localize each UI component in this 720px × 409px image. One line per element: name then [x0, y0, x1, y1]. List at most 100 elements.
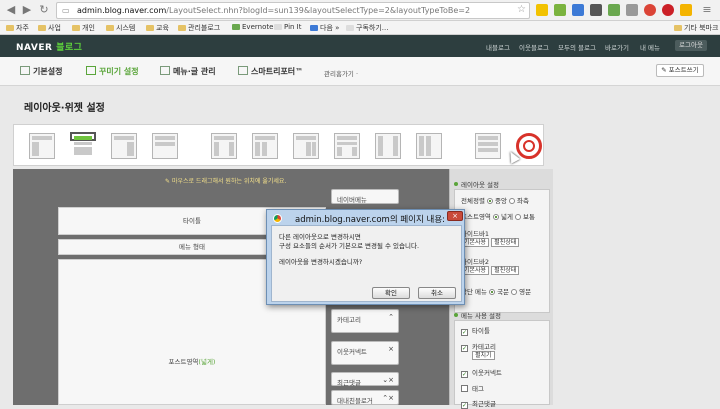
folder-icon — [6, 25, 14, 31]
tab-design-settings[interactable]: 꾸미기 설정 — [86, 66, 139, 77]
widget-bloggers[interactable]: 대내친블로거 ⌃× — [331, 390, 399, 405]
layout-option[interactable] — [416, 133, 442, 159]
admin-home-link[interactable]: 관리홈가기 · — [324, 68, 358, 78]
star-icon[interactable]: ☆ — [517, 4, 526, 15]
layout-option[interactable] — [29, 133, 55, 159]
browser-toolbar: ◀ ▶ ↻ ▭ admin.blog.naver.com/LayoutSelec… — [0, 0, 720, 21]
shortcut-link[interactable]: 바로가기 — [605, 42, 629, 52]
bookmark-item[interactable]: 사업 — [38, 23, 61, 33]
bookmark-item[interactable]: Pin It — [274, 23, 301, 31]
folder-icon — [178, 25, 186, 31]
sidebar1-row: 기본사용 펼친상태 — [461, 238, 520, 247]
checkbox-checked[interactable]: ✓ — [461, 329, 468, 336]
extension-icon[interactable] — [680, 4, 692, 16]
extension-icon[interactable] — [626, 4, 638, 16]
widget-recent-comments[interactable]: 최근댓글 ⌄× — [331, 372, 399, 387]
align-left-radio[interactable] — [509, 198, 516, 204]
evernote-icon — [232, 24, 240, 30]
naver-blog-logo[interactable]: NAVER 블로그 — [16, 40, 82, 53]
target-icon[interactable] — [516, 133, 542, 159]
menu-english-radio[interactable] — [511, 289, 518, 295]
layout-option-selected[interactable] — [70, 132, 96, 155]
reload-icon[interactable]: ↻ — [37, 3, 51, 17]
sidebar1-label: 사이드바1 — [461, 230, 490, 238]
url-host: admin.blog.naver.com — [77, 6, 167, 15]
my-blog-link[interactable]: 내블로그 — [486, 42, 510, 52]
bookmark-item[interactable]: 다음 » — [310, 23, 339, 33]
bookmark-item[interactable]: 구독하기... — [346, 23, 388, 33]
extension-icon[interactable] — [572, 4, 584, 16]
bookmark-item[interactable]: 자주 — [6, 23, 29, 33]
layout-settings-header: 레이아웃 설정 — [454, 179, 499, 189]
layout-option[interactable] — [152, 133, 178, 159]
sidebar2-label: 사이드바2 — [461, 258, 490, 266]
layout-option[interactable] — [293, 133, 319, 159]
menu-icon[interactable]: ≡ — [700, 3, 714, 17]
extension-icon[interactable] — [590, 4, 602, 16]
bookmarks-bar: 자주 사업 개인 시스템 교육 관리블로그 Evernote Pin It 다음… — [0, 21, 720, 35]
layout-option[interactable] — [475, 133, 501, 159]
sidebar2-state-select[interactable]: 펼친상태 — [491, 266, 520, 275]
widget-naver-menu[interactable]: 네이버메뉴 — [331, 189, 399, 204]
other-bookmarks[interactable]: 기타 북마크 — [674, 23, 718, 33]
post-normal-radio[interactable] — [515, 214, 522, 220]
align-center-radio[interactable] — [487, 198, 493, 204]
sidebar2-row: 기본사용 펼친상태 — [461, 266, 520, 275]
widget-neighbor-connect[interactable]: 이웃커넥트 × — [331, 341, 399, 365]
layout-option[interactable] — [334, 133, 360, 159]
checkbox-checked[interactable]: ✓ — [461, 345, 468, 352]
sidebar1-state-select[interactable]: 펼친상태 — [491, 238, 520, 247]
extension-icon[interactable] — [554, 4, 566, 16]
post-write-button[interactable]: ✎ 포스트쓰기 — [656, 64, 704, 77]
checkbox-checked[interactable]: ✓ — [461, 371, 468, 378]
url-text[interactable]: admin.blog.naver.com/LayoutSelect.nhn?bl… — [77, 6, 517, 15]
neighbor-blog-link[interactable]: 이웃블로그 — [519, 42, 549, 52]
menu-item-recent-comments[interactable]: ✓ 최근댓글 — [461, 398, 496, 409]
layout-option[interactable] — [211, 133, 237, 159]
my-menu-link[interactable]: 내 메뉴 — [640, 42, 660, 52]
dialog-close-button[interactable]: × — [447, 211, 463, 221]
menu-item-neighbor-connect[interactable]: ✓ 이웃커넥트 — [461, 367, 502, 378]
layout-option[interactable] — [111, 133, 137, 159]
bookmark-item[interactable]: 관리블로그 — [178, 23, 220, 33]
widget-close-icon[interactable]: ⌃× — [382, 394, 394, 402]
category-expand-select[interactable]: 펼치기 — [472, 351, 495, 360]
extension-icon[interactable] — [536, 4, 548, 16]
bookmark-item[interactable]: 시스템 — [106, 23, 135, 33]
tab-basic-settings[interactable]: 기본설정 — [20, 66, 62, 77]
chart-icon — [238, 66, 248, 75]
post-wide-radio[interactable] — [492, 214, 499, 220]
checkbox-unchecked[interactable] — [461, 385, 468, 392]
forward-icon[interactable]: ▶ — [20, 3, 34, 17]
pinterest-icon[interactable] — [662, 4, 674, 16]
sidebar1-use-select[interactable]: 기본사용 — [461, 238, 490, 247]
all-blog-link[interactable]: 모두의 블로그 — [558, 42, 596, 52]
layout-option[interactable] — [252, 133, 278, 159]
layout-option[interactable] — [375, 133, 401, 159]
folder-icon — [72, 25, 80, 31]
widget-collapse-icon[interactable]: ⌃ — [388, 313, 394, 321]
bookmark-item[interactable]: 개인 — [72, 23, 95, 33]
extension-icon[interactable] — [608, 4, 620, 16]
checkbox-checked[interactable]: ✓ — [461, 402, 468, 409]
menu-item-tag[interactable]: 태그 — [461, 383, 484, 393]
tab-smart-reporter[interactable]: 스마트리포터™ — [238, 66, 303, 77]
logout-button[interactable]: 로그아웃 — [675, 40, 707, 51]
widget-category[interactable]: 카테고리 ⌃ — [331, 309, 399, 333]
dialog-title: admin.blog.naver.com의 페이지 내용: — [295, 215, 446, 225]
drag-hint: ✎ 마우스로 드래그해서 원하는 위치에 옮기세요. — [165, 178, 287, 185]
tab-menu-post-management[interactable]: 메뉴·글 관리 — [160, 66, 216, 77]
extension-icon[interactable] — [644, 4, 656, 16]
address-bar[interactable]: ▭ admin.blog.naver.com/LayoutSelect.nhn?… — [56, 2, 530, 19]
chrome-icon — [273, 214, 282, 223]
back-icon[interactable]: ◀ — [4, 3, 18, 17]
widget-close-icon[interactable]: × — [388, 345, 394, 353]
sidebar2-use-select[interactable]: 기본사용 — [461, 266, 490, 275]
menu-korean-radio[interactable] — [489, 289, 496, 295]
bookmark-item[interactable]: Evernote — [232, 23, 273, 31]
cancel-button[interactable]: 취소 — [418, 287, 456, 299]
menu-item-title[interactable]: ✓ 타이틀 — [461, 325, 490, 336]
ok-button[interactable]: 확인 — [372, 287, 410, 299]
bookmark-item[interactable]: 교육 — [146, 23, 169, 33]
widget-close-icon[interactable]: ⌄× — [382, 376, 394, 384]
